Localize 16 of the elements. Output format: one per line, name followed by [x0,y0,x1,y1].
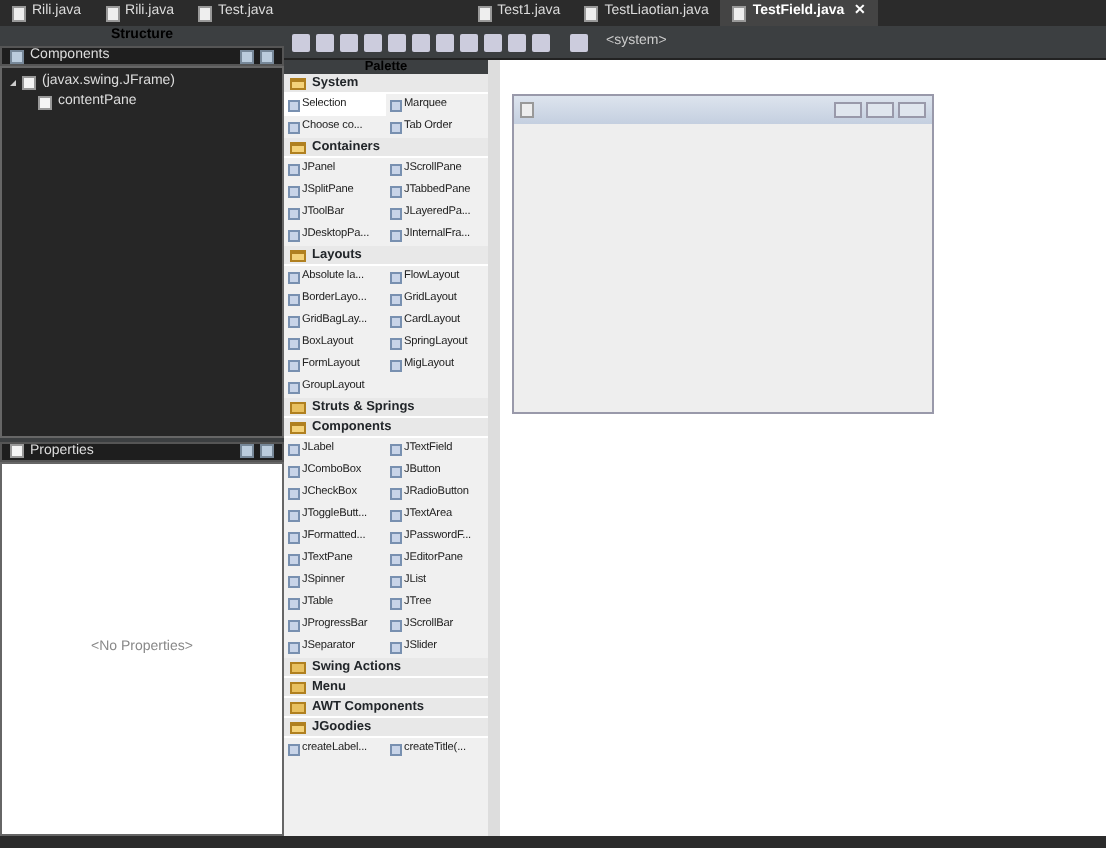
java-icon [520,102,534,118]
widget-icon [390,743,402,755]
minimize-icon [834,102,862,118]
java-file-icon [12,5,26,21]
java-file-icon [105,5,120,21]
java-file-icon [584,5,599,21]
maximize-icon [866,102,894,118]
widget-icon [288,743,300,755]
folder-icon [290,141,306,153]
expand-arrow-icon[interactable] [10,79,16,85]
java-file-icon [477,5,492,21]
folder-icon [290,249,306,261]
close-icon [898,102,926,118]
java-file-icon [732,5,747,21]
folder-icon [290,77,306,89]
java-file-icon [198,5,213,21]
